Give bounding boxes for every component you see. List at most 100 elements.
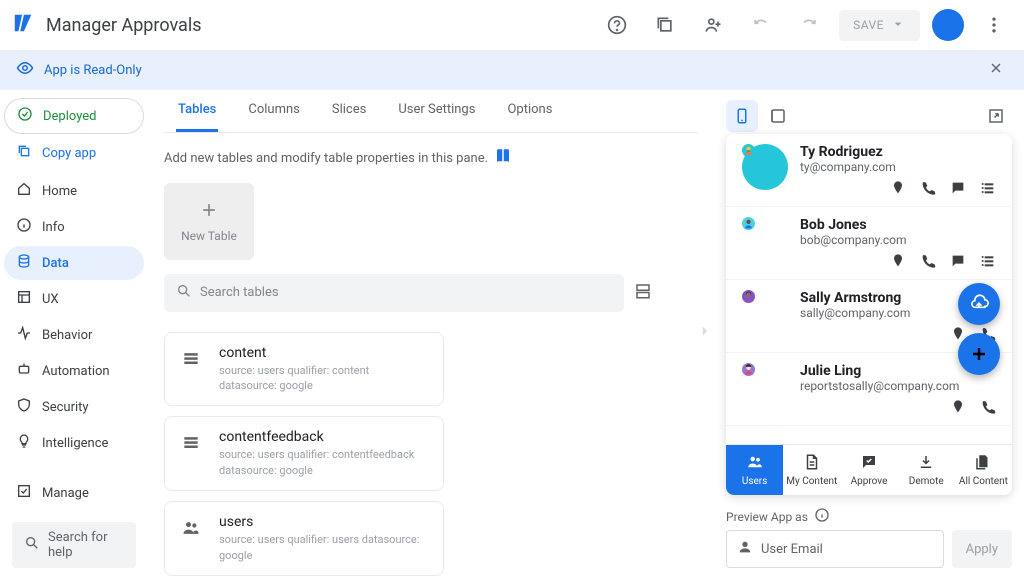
redo-button[interactable] (791, 7, 827, 43)
page-title: Manager Approvals (46, 15, 202, 36)
search-icon (176, 283, 192, 303)
tab-columns[interactable]: Columns (246, 90, 302, 132)
info-icon[interactable] (814, 507, 830, 526)
table-icon (181, 349, 205, 373)
database-icon (16, 253, 32, 273)
bottom-nav: Users My Content Approve Demote All Cont… (726, 444, 1012, 495)
robot-icon (16, 361, 32, 381)
sidebar-item-security[interactable]: Security (4, 390, 144, 424)
sidebar-item-manage[interactable]: Manage (4, 476, 144, 510)
mobile-preview-button[interactable] (726, 100, 758, 132)
top-bar: Manager Approvals SAVE (0, 0, 1024, 50)
users-icon (181, 518, 205, 542)
manage-icon (16, 483, 32, 503)
pin-icon[interactable] (890, 253, 906, 273)
save-button[interactable]: SAVE (839, 10, 920, 41)
file-icon (803, 453, 821, 474)
comment-icon[interactable] (950, 180, 966, 200)
sidebar-item-data[interactable]: Data (4, 246, 144, 280)
sidebar-item-behavior[interactable]: Behavior (4, 318, 144, 352)
users-icon (746, 453, 764, 474)
sidebar-item-info[interactable]: Info (4, 210, 144, 244)
tab-options[interactable]: Options (505, 90, 554, 132)
nav-demote[interactable]: Demote (898, 445, 955, 495)
tab-slices[interactable]: Slices (330, 90, 368, 132)
search-help-input[interactable]: Search for help (12, 522, 136, 568)
files-icon (974, 453, 992, 474)
tablet-preview-button[interactable] (762, 100, 794, 132)
readonly-banner: App is Read-Only (0, 50, 1024, 90)
app-logo-icon (12, 12, 34, 38)
activity-icon (16, 325, 32, 345)
eye-icon (16, 59, 34, 81)
table-icon (181, 433, 205, 457)
pin-icon[interactable] (950, 399, 966, 419)
copy-app-button[interactable]: Copy app (4, 136, 144, 170)
layout-icon (16, 289, 32, 309)
tables-description: Add new tables and modify table properti… (164, 133, 698, 173)
book-icon[interactable] (494, 147, 512, 169)
check-circle-icon (17, 106, 33, 126)
plus-icon (199, 200, 219, 223)
user-avatar-icon (742, 363, 788, 409)
phone-icon[interactable] (920, 253, 936, 273)
pin-icon[interactable] (890, 180, 906, 200)
user-row[interactable]: Ty Rodriguezty@company.com (726, 134, 1012, 207)
download-icon (917, 453, 935, 474)
nav-all-content[interactable]: All Content (955, 445, 1012, 495)
close-banner-button[interactable] (984, 56, 1008, 84)
phone-icon[interactable] (980, 399, 996, 419)
main-panel: Tables Columns Slices User Settings Opti… (148, 90, 714, 576)
table-card-contentfeedback[interactable]: contentfeedbacksource: users qualifier: … (164, 416, 444, 491)
table-card-content[interactable]: contentsource: users qualifier: content … (164, 332, 444, 407)
sidebar-item-intelligence[interactable]: Intelligence (4, 426, 144, 460)
undo-button[interactable] (743, 7, 779, 43)
shield-icon (16, 397, 32, 417)
list-icon[interactable] (980, 180, 996, 200)
add-user-button[interactable] (695, 7, 731, 43)
user-avatar-icon (742, 144, 788, 190)
sidebar-item-automation[interactable]: Automation (4, 354, 144, 388)
phone-preview: Ty Rodriguezty@company.com Bob Jonesbob@… (726, 134, 1012, 495)
info-icon (16, 217, 32, 237)
list-icon[interactable] (980, 253, 996, 273)
apply-button[interactable]: Apply (952, 530, 1012, 568)
tab-tables[interactable]: Tables (176, 90, 218, 132)
more-menu-button[interactable] (976, 7, 1012, 43)
add-fab[interactable] (958, 333, 1000, 375)
new-table-button[interactable]: New Table (164, 183, 254, 259)
nav-my-content[interactable]: My Content (783, 445, 840, 495)
search-tables-input[interactable]: Search tables (164, 274, 624, 312)
open-preview-button[interactable] (980, 100, 1012, 132)
sidebar-item-ux[interactable]: UX (4, 282, 144, 316)
comment-icon[interactable] (950, 253, 966, 273)
library-button[interactable] (647, 7, 683, 43)
preview-email-input[interactable]: User Email (726, 530, 944, 568)
deployed-pill[interactable]: Deployed (4, 98, 144, 134)
user-avatar-icon (742, 217, 788, 263)
banner-text: App is Read-Only (44, 63, 142, 78)
sidebar: Deployed Copy app Home Info Data UX Beha… (0, 90, 148, 576)
home-icon (16, 181, 32, 201)
nav-approve[interactable]: Approve (840, 445, 897, 495)
person-icon (737, 539, 753, 559)
user-row[interactable]: Bob Jonesbob@company.com (726, 207, 1012, 280)
copy-icon (16, 143, 32, 163)
user-avatar[interactable] (932, 9, 964, 41)
collapse-preview-handle[interactable] (696, 322, 714, 344)
preview-as-label: Preview App as (726, 501, 1012, 530)
phone-icon[interactable] (920, 180, 936, 200)
help-button[interactable] (599, 7, 635, 43)
nav-users[interactable]: Users (726, 445, 783, 495)
search-icon (24, 535, 40, 555)
tab-user-settings[interactable]: User Settings (396, 90, 477, 132)
sync-fab[interactable] (958, 283, 1000, 325)
bulb-icon (16, 433, 32, 453)
data-tabs: Tables Columns Slices User Settings Opti… (164, 90, 698, 133)
sidebar-item-home[interactable]: Home (4, 174, 144, 208)
table-card-users[interactable]: userssource: users qualifier: users data… (164, 501, 444, 576)
dashboard-view-icon[interactable] (634, 282, 652, 304)
check-bubble-icon (860, 453, 878, 474)
table-list: contentsource: users qualifier: content … (164, 332, 698, 576)
user-avatar-icon (742, 290, 788, 336)
